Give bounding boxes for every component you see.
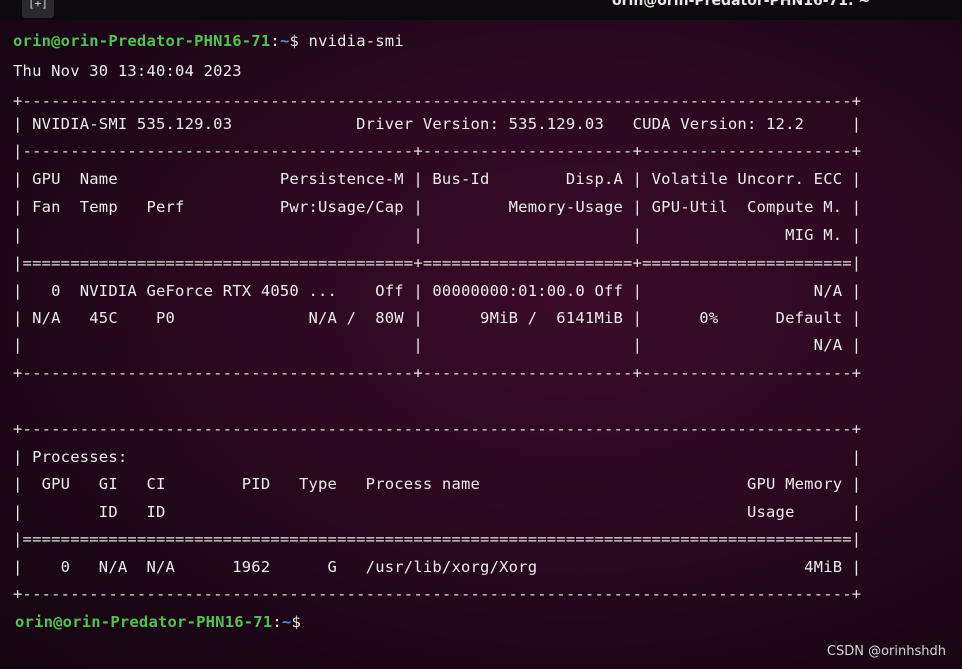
proc-double-divider: |=======================================… <box>13 530 862 548</box>
prompt-line[interactable]: orin@orin-Predator-PHN16-71:~$ <box>15 613 301 631</box>
command-text: nvidia-smi <box>299 32 404 50</box>
proc-row: | 0 N/A N/A 1962 G /usr/lib/xorg/Xorg 4M… <box>13 558 862 576</box>
proc-header-row-1: | GPU GI CI PID Type Process name GPU Me… <box>13 475 862 493</box>
prompt-colon: : <box>272 613 282 631</box>
prompt-user-host: orin@orin-Predator-PHN16-71 <box>15 613 273 631</box>
smi-border-bottom: +---------------------------------------… <box>13 364 862 382</box>
watermark: CSDN @orinhshdh <box>826 644 946 659</box>
proc-border-bottom: +---------------------------------------… <box>13 585 862 603</box>
smi-header-row-3: | | | MIG M. | <box>13 226 862 244</box>
proc-header-row-2: | ID ID Usage | <box>13 503 862 521</box>
smi-divider: |---------------------------------------… <box>13 142 862 160</box>
proc-title-row: | Processes: | <box>13 448 862 466</box>
smi-border-top: +---------------------------------------… <box>13 92 862 110</box>
prompt-user-host: orin@orin-Predator-PHN16-71 <box>13 32 271 50</box>
smi-gpu-row-3: | | | N/A | <box>13 336 862 354</box>
timestamp: Thu Nov 30 13:40:04 2023 <box>13 62 242 80</box>
smi-header-row-2: | Fan Temp Perf Pwr:Usage/Cap | Memory-U… <box>13 198 862 216</box>
smi-gpu-row-2: | N/A 45C P0 N/A / 80W | 9MiB / 6141MiB … <box>13 309 862 327</box>
command-line: orin@orin-Predator-PHN16-71:~$ nvidia-sm… <box>13 32 404 50</box>
proc-border-top: +---------------------------------------… <box>13 420 862 438</box>
prompt-dollar: $ <box>291 613 301 631</box>
prompt-colon: : <box>270 32 280 50</box>
smi-version-row: | NVIDIA-SMI 535.129.03 Driver Version: … <box>13 115 862 133</box>
terminal-output[interactable]: orin@orin-Predator-PHN16-71:~$ nvidia-sm… <box>0 0 962 669</box>
smi-gpu-row-1: | 0 NVIDIA GeForce RTX 4050 ... Off | 00… <box>13 282 862 300</box>
smi-header-row-1: | GPU Name Persistence-M | Bus-Id Disp.A… <box>13 170 862 188</box>
smi-double-divider: |=======================================… <box>13 254 862 272</box>
prompt-dollar: $ <box>289 32 299 50</box>
